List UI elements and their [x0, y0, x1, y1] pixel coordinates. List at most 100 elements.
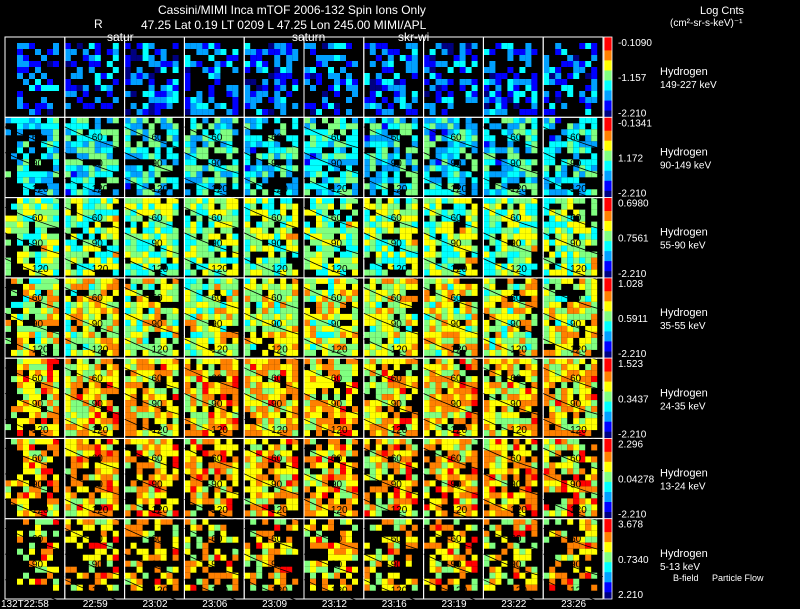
data-cell	[423, 370, 430, 377]
data-cell	[525, 358, 532, 365]
data-cell	[310, 165, 316, 172]
data-cell	[579, 123, 586, 130]
data-cell	[316, 418, 322, 425]
data-cell	[202, 117, 209, 124]
data-cell	[208, 438, 215, 445]
data-cell	[88, 177, 95, 184]
data-cell	[70, 400, 77, 407]
data-cell	[184, 73, 191, 79]
data-cell	[232, 269, 239, 276]
data-cell	[531, 109, 538, 115]
data-cell	[322, 55, 328, 61]
data-cell	[100, 103, 107, 109]
data-cell	[495, 295, 502, 302]
data-cell	[196, 49, 203, 55]
data-cell	[549, 189, 556, 196]
data-cell	[591, 263, 598, 270]
data-cell	[441, 269, 448, 276]
data-cell	[310, 325, 316, 332]
data-cell	[328, 197, 334, 204]
data-cell	[322, 418, 328, 425]
data-cell	[130, 504, 137, 511]
data-cell	[489, 141, 496, 148]
data-cell	[292, 400, 299, 407]
data-cell	[555, 117, 562, 124]
data-cell	[262, 257, 269, 264]
data-cell	[459, 358, 466, 365]
data-cell	[369, 358, 376, 365]
data-cell	[501, 337, 508, 344]
data-cell	[124, 79, 131, 85]
data-cell	[154, 109, 161, 115]
data-cell	[375, 43, 382, 49]
data-cell	[256, 141, 263, 148]
data-cell	[23, 510, 29, 517]
data-cell	[471, 61, 478, 67]
data-cell	[106, 498, 113, 505]
data-cell	[393, 203, 400, 210]
data-cell	[47, 283, 53, 290]
data-cell	[363, 319, 370, 326]
data-cell	[130, 251, 137, 258]
data-cell	[429, 165, 436, 172]
data-cell	[316, 325, 322, 332]
data-cell	[447, 438, 454, 445]
data-cell	[525, 283, 532, 290]
data-cell	[501, 418, 508, 425]
data-cell	[423, 171, 430, 178]
data-cell	[405, 123, 412, 130]
data-cell	[465, 394, 472, 401]
data-cell	[106, 456, 113, 463]
data-cell	[352, 123, 358, 130]
data-cell	[142, 370, 149, 377]
data-cell	[363, 510, 370, 517]
data-cell	[304, 263, 310, 270]
data-cell	[100, 203, 107, 210]
data-cell	[160, 97, 167, 103]
data-cell	[35, 412, 41, 419]
data-cell	[316, 412, 322, 419]
data-cell	[166, 215, 173, 222]
data-cell	[453, 117, 460, 124]
data-cell	[124, 209, 131, 216]
data-cell	[441, 97, 448, 103]
data-cell	[441, 189, 448, 196]
data-cell	[507, 91, 514, 97]
data-cell	[23, 364, 29, 371]
data-cell	[316, 269, 322, 276]
data-cell	[232, 343, 239, 350]
data-cell	[429, 73, 436, 79]
data-cell	[489, 97, 496, 103]
data-cell	[381, 283, 388, 290]
data-cell	[184, 400, 191, 407]
data-cell	[387, 123, 394, 130]
data-cell	[286, 295, 293, 302]
data-cell	[310, 492, 316, 499]
data-cell	[35, 364, 41, 371]
data-cell	[489, 400, 496, 407]
data-cell	[393, 147, 400, 154]
data-cell	[250, 430, 257, 437]
data-cell	[352, 209, 358, 216]
data-cell	[543, 97, 550, 103]
data-cell	[250, 197, 257, 204]
data-cell	[53, 263, 59, 270]
data-cell	[190, 468, 197, 475]
data-cell	[441, 301, 448, 308]
data-cell	[250, 480, 257, 487]
data-cell	[501, 269, 508, 276]
data-cell	[196, 147, 203, 154]
data-cell	[405, 376, 412, 383]
data-cell	[334, 257, 340, 264]
data-cell	[501, 430, 508, 437]
data-cell	[507, 203, 514, 210]
data-cell	[310, 438, 316, 445]
data-cell	[5, 325, 11, 332]
data-cell	[381, 203, 388, 210]
data-cell	[82, 91, 89, 97]
data-cell	[375, 171, 382, 178]
data-cell	[256, 358, 263, 365]
data-cell	[495, 221, 502, 228]
data-cell	[208, 91, 215, 97]
data-cell	[340, 123, 346, 130]
